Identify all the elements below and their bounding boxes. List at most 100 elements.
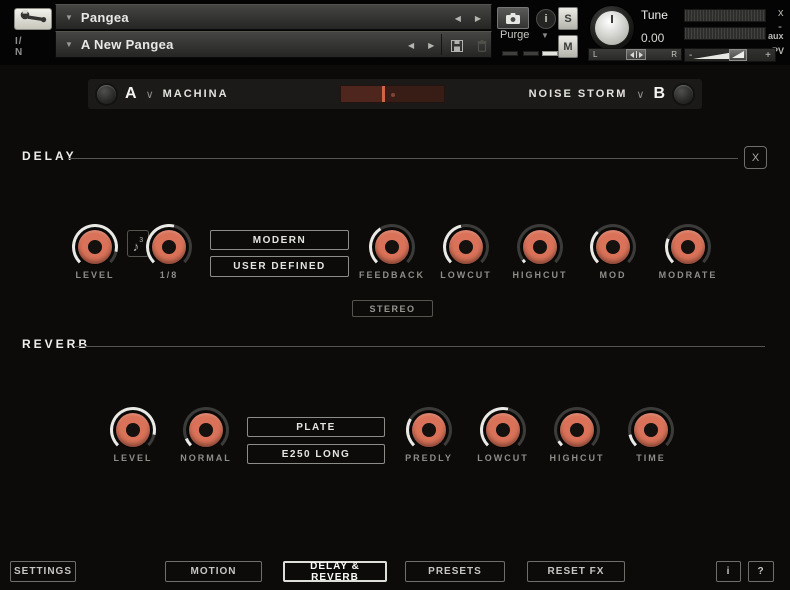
instrument-next-icon[interactable]: ▶ <box>428 41 434 50</box>
reverb-section-line <box>75 346 765 347</box>
delay-type-button[interactable]: USER DEFINED <box>210 256 349 277</box>
ab-preset-bar: A ∨ MACHINA NOISE STORM ∨ B <box>88 79 702 109</box>
snapshot-button[interactable] <box>497 7 529 29</box>
preset-b-name[interactable]: NOISE STORM <box>529 88 628 100</box>
delay-stereo-button[interactable]: STEREO <box>352 300 433 317</box>
reverb-time-knob[interactable] <box>628 407 674 453</box>
instrument-header-row[interactable]: ▼ A New Pangea ◀ ▶ <box>55 31 492 58</box>
level-meter-right <box>684 27 766 40</box>
preset-b-caret-icon[interactable]: ∨ <box>636 88 644 101</box>
footer-info-button[interactable]: i <box>716 561 741 582</box>
level-meter-left <box>684 9 766 22</box>
reverb-section-title: REVERB <box>22 337 90 351</box>
preset-a-name[interactable]: MACHINA <box>163 88 229 100</box>
delay-lowcut-knob[interactable] <box>443 224 489 270</box>
delay-highcut-knob[interactable] <box>517 224 563 270</box>
preset-a-led-button[interactable] <box>97 85 116 104</box>
crossfade-right-segment <box>385 86 444 102</box>
pan-handle[interactable] <box>626 49 646 60</box>
bank-prev-icon[interactable]: ◀ <box>455 14 461 23</box>
panel-close-button[interactable]: X <box>744 146 767 169</box>
pan-right-label: R <box>671 50 677 59</box>
info-icon: i <box>544 13 547 25</box>
preset-a-group: A ∨ MACHINA <box>88 85 229 104</box>
floppy-icon <box>451 40 463 52</box>
preset-b-letter: B <box>653 85 665 103</box>
preset-a-letter: A <box>125 85 137 103</box>
aux-button[interactable]: aux <box>768 31 784 41</box>
instrument-nav: ◀ ▶ <box>408 41 434 50</box>
bank-dropdown-icon[interactable]: ▼ <box>65 13 73 22</box>
delay-reverb-tab-button[interactable]: DELAY & REVERB <box>283 561 387 582</box>
delay-modrate-knob[interactable] <box>665 224 711 270</box>
reverb-type-button[interactable]: E250 LONG <box>247 444 385 464</box>
bank-next-icon[interactable]: ▶ <box>475 14 481 23</box>
divider <box>441 34 442 55</box>
instrument-rack-logo: I/ N <box>15 36 23 58</box>
delay-feedback-knob[interactable] <box>369 224 415 270</box>
bank-name: Pangea <box>81 10 129 25</box>
tune-label: Tune <box>641 8 668 22</box>
settings-tab-button[interactable]: SETTINGS <box>10 561 76 582</box>
memory-bar-1 <box>502 51 518 56</box>
crossfade-left-segment <box>341 86 382 102</box>
preset-b-led-button[interactable] <box>674 85 693 104</box>
ab-crossfade-slider[interactable] <box>340 85 445 103</box>
reverb-time-label: TIME <box>606 453 696 463</box>
preset-a-caret-icon[interactable]: ∨ <box>146 88 154 101</box>
memory-bar-2 <box>523 51 539 56</box>
bank-header-row[interactable]: ▼ Pangea ◀ ▶ <box>55 4 492 30</box>
delay-time-knob[interactable] <box>146 224 192 270</box>
reset-fx-button[interactable]: RESET FX <box>527 561 625 582</box>
close-instrument-button[interactable]: x <box>778 7 784 19</box>
reverb-predelay-knob[interactable] <box>406 407 452 453</box>
presets-tab-button[interactable]: PRESETS <box>405 561 505 582</box>
delay-section-title: DELAY <box>22 149 77 163</box>
crossfade-dot <box>391 93 395 97</box>
trash-icon <box>477 40 487 52</box>
edit-wrench-button[interactable] <box>14 8 52 30</box>
tune-knob-pointer <box>611 15 613 23</box>
instrument-prev-icon[interactable]: ◀ <box>408 41 414 50</box>
save-button[interactable] <box>448 37 466 54</box>
delay-time-label: 1/8 <box>124 270 214 280</box>
wrench-icon <box>19 10 47 28</box>
pan-left-arrow-icon <box>630 52 634 58</box>
preset-b-group: NOISE STORM ∨ B <box>529 85 702 104</box>
instrument-dropdown-icon[interactable]: ▼ <box>65 40 73 49</box>
volume-plus-label: + <box>765 50 771 61</box>
kontakt-header: I/ N ▼ Pangea ◀ ▶ ▼ A New Pangea ◀ ▶ <box>0 0 790 65</box>
info-button[interactable]: i <box>536 9 556 29</box>
reverb-normal-knob[interactable] <box>183 407 229 453</box>
volume-minus-label: - <box>689 50 692 61</box>
volume-slider[interactable]: - + <box>684 48 776 62</box>
solo-button[interactable]: S <box>558 7 578 30</box>
footer-help-button[interactable]: ? <box>748 561 774 582</box>
delay-mod-knob[interactable] <box>590 224 636 270</box>
kontakt-instrument-window: I/ N ▼ Pangea ◀ ▶ ▼ A New Pangea ◀ ▶ <box>0 0 790 590</box>
delay-level-knob[interactable] <box>72 224 118 270</box>
reverb-normal-label: NORMAL <box>161 453 251 463</box>
reverb-mode-button[interactable]: PLATE <box>247 417 385 437</box>
purge-dropdown[interactable]: Purge <box>500 29 529 41</box>
reverb-highcut-knob[interactable] <box>554 407 600 453</box>
pan-left-label: L <box>593 50 597 59</box>
instrument-name: A New Pangea <box>81 37 174 52</box>
memory-bar-3 <box>542 51 558 56</box>
motion-tab-button[interactable]: MOTION <box>165 561 262 582</box>
volume-handle[interactable] <box>729 49 747 61</box>
bank-nav: ◀ ▶ <box>455 14 481 23</box>
camera-icon <box>505 12 521 25</box>
pan-slider[interactable]: L R <box>588 48 682 61</box>
delay-section-line <box>68 158 738 159</box>
reverb-level-knob[interactable] <box>110 407 156 453</box>
delay-mode-button[interactable]: MODERN <box>210 230 349 250</box>
reverb-lowcut-knob[interactable] <box>480 407 526 453</box>
purge-caret-icon[interactable]: ▼ <box>541 31 549 40</box>
tune-value[interactable]: 0.00 <box>641 31 664 45</box>
mute-button[interactable]: M <box>558 35 578 58</box>
triplet-3: 3 <box>139 237 143 244</box>
tune-knob[interactable] <box>590 6 634 50</box>
delete-button[interactable] <box>473 37 491 54</box>
pan-right-arrow-icon <box>639 52 643 58</box>
